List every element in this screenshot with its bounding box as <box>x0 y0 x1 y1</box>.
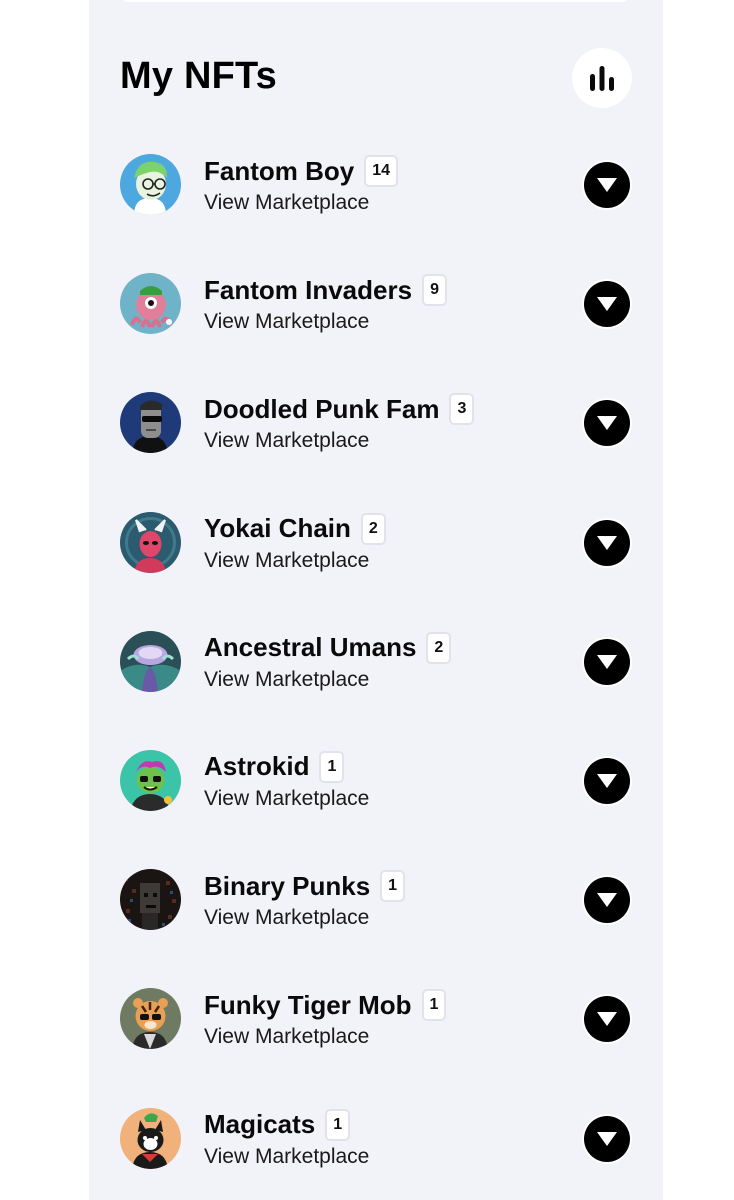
expand-button[interactable] <box>582 755 632 806</box>
stats-button[interactable] <box>572 48 632 108</box>
count-badge: 2 <box>360 512 386 545</box>
collection-name: Fantom Invaders <box>204 274 413 305</box>
caret-down-icon <box>597 893 617 908</box>
expand-button[interactable] <box>582 994 632 1045</box>
collection-row: Ancestral Umans 2 View Marketplace <box>89 601 663 720</box>
collection-name: Doodled Punk Fam <box>204 393 440 424</box>
caret-down-icon <box>597 773 617 788</box>
collection-row: Fantom Invaders 9 View Marketplace <box>89 243 663 362</box>
count-badge: 9 <box>422 274 447 307</box>
expand-button[interactable] <box>582 517 632 568</box>
count-badge: 1 <box>421 989 447 1022</box>
expand-button[interactable] <box>582 160 632 210</box>
collection-name: Astrokid <box>204 751 310 782</box>
caret-down-icon <box>597 416 617 431</box>
collection-name: Funky Tiger Mob <box>204 989 412 1020</box>
collection-row: Yokai Chain 2 View Marketplace <box>89 482 663 601</box>
collection-name: Binary Punks <box>204 870 371 901</box>
collection-name: Magicats <box>204 1109 316 1139</box>
view-marketplace-link[interactable]: View Marketplace <box>204 787 369 811</box>
expand-button[interactable] <box>582 1113 632 1164</box>
count-badge: 14 <box>364 155 399 187</box>
count-badge: 3 <box>449 393 475 426</box>
view-marketplace-link[interactable]: View Marketplace <box>204 906 369 930</box>
astrokid-avatar <box>120 749 181 811</box>
count-badge: 1 <box>380 870 406 903</box>
nft-panel: My NFTs Fantom Boy 14 View Marketplace F… <box>89 0 663 1200</box>
count-badge: 1 <box>319 750 345 783</box>
collection-row: Fantom Boy 14 View Marketplace <box>89 124 663 243</box>
view-marketplace-link[interactable]: View Marketplace <box>204 668 369 692</box>
magicats-avatar <box>120 1107 181 1169</box>
count-badge: 1 <box>325 1108 351 1141</box>
expand-button[interactable] <box>582 636 632 687</box>
collection-row: Doodled Punk Fam 3 View Marketplace <box>89 362 663 481</box>
page-title: My NFTs <box>120 55 277 97</box>
ancestral-umans-avatar <box>120 630 181 692</box>
view-marketplace-link[interactable]: View Marketplace <box>204 549 369 573</box>
collection-row: Funky Tiger Mob 1 View Marketplace <box>89 958 663 1077</box>
funky-tiger-mob-avatar <box>120 988 181 1050</box>
fantom-invaders-avatar <box>120 273 181 335</box>
view-marketplace-link[interactable]: View Marketplace <box>204 191 369 215</box>
collection-name: Ancestral Umans <box>204 632 417 663</box>
caret-down-icon <box>597 535 617 550</box>
caret-down-icon <box>597 297 617 312</box>
previous-card-edge <box>119 0 631 2</box>
expand-button[interactable] <box>582 279 632 330</box>
view-marketplace-link[interactable]: View Marketplace <box>204 429 369 453</box>
view-marketplace-link[interactable]: View Marketplace <box>204 310 369 334</box>
collection-name: Fantom Boy <box>204 155 355 186</box>
collection-name: Yokai Chain <box>204 513 351 544</box>
caret-down-icon <box>597 1012 617 1027</box>
doodled-punk-fam-avatar <box>120 392 181 454</box>
collection-row: Magicats 1 View Marketplace <box>89 1078 663 1197</box>
bar-chart-icon <box>590 66 614 91</box>
binary-punks-avatar <box>120 869 181 931</box>
count-badge: 2 <box>426 631 452 664</box>
expand-button[interactable] <box>582 398 632 449</box>
caret-down-icon <box>597 654 617 669</box>
caret-down-icon <box>597 178 617 192</box>
nft-collection-list: Fantom Boy 14 View Marketplace Fantom In… <box>89 124 663 1197</box>
fantom-boy-avatar <box>120 154 181 215</box>
collection-row: Astrokid 1 View Marketplace <box>89 720 663 839</box>
view-marketplace-link[interactable]: View Marketplace <box>204 1145 369 1169</box>
expand-button[interactable] <box>582 875 632 926</box>
caret-down-icon <box>597 1131 617 1146</box>
yokai-chain-avatar <box>120 511 181 573</box>
collection-row: Binary Punks 1 View Marketplace <box>89 839 663 958</box>
view-marketplace-link[interactable]: View Marketplace <box>204 1025 369 1049</box>
